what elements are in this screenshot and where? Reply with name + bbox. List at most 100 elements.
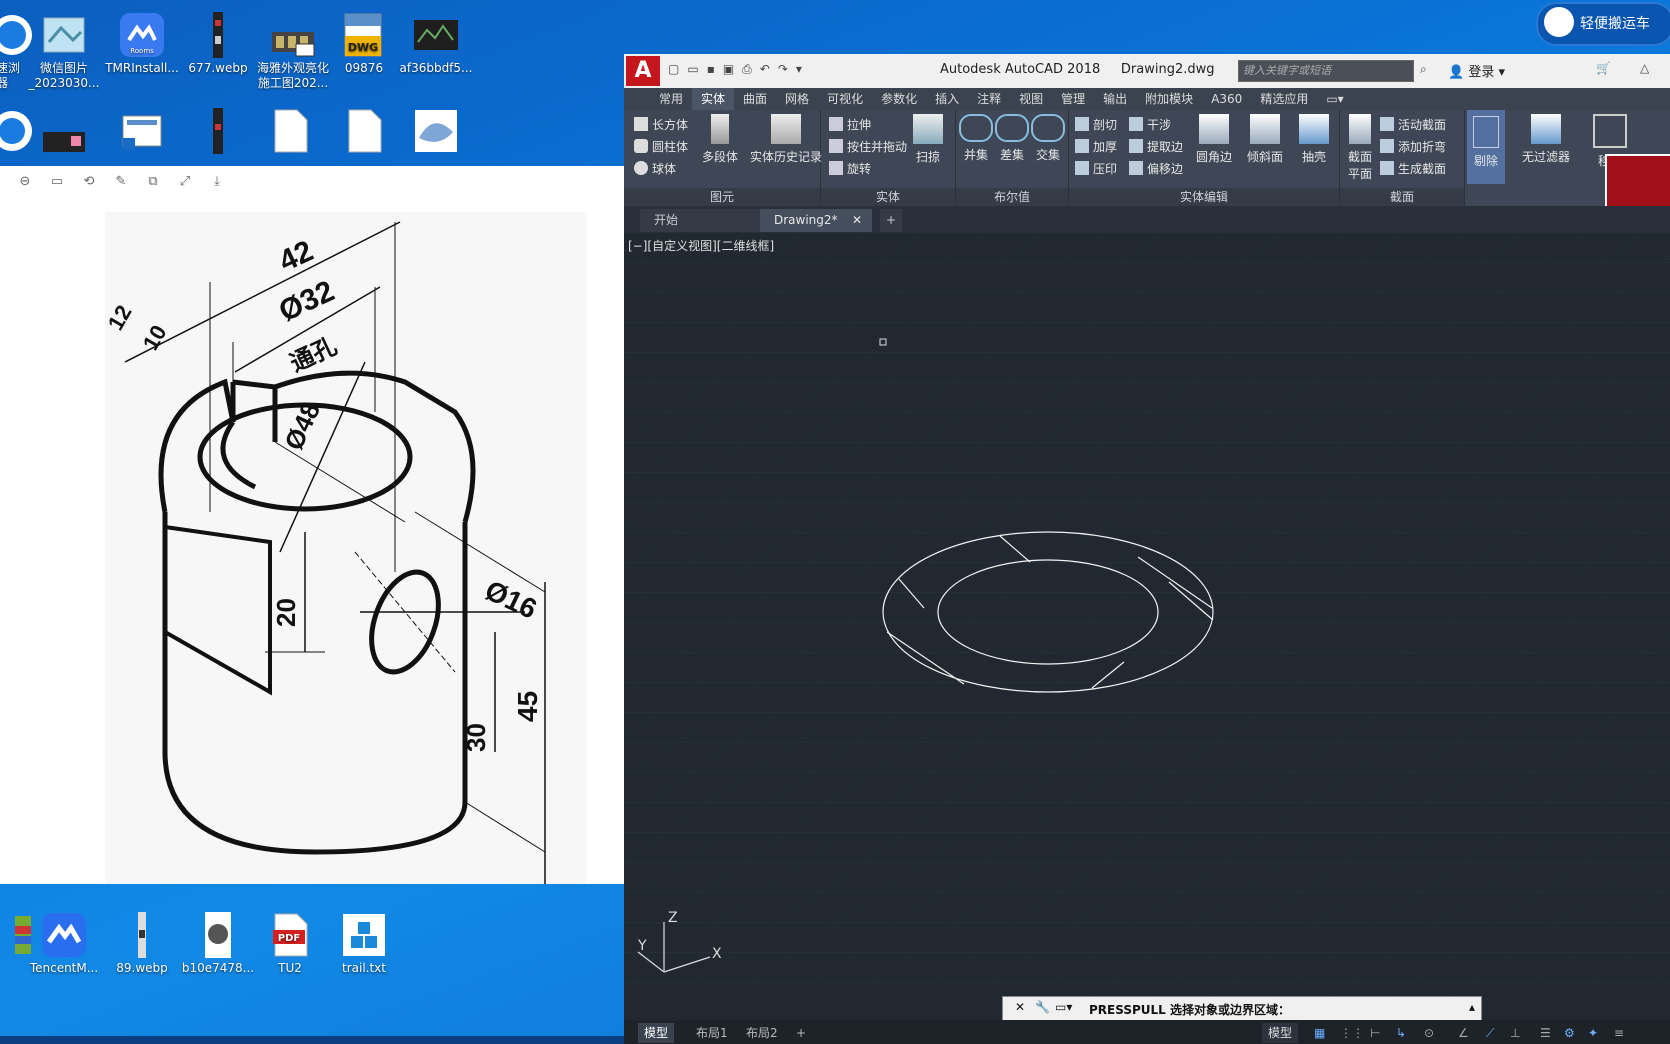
culling-button[interactable]: 剔除 <box>1467 110 1505 184</box>
new-tab-button[interactable]: + <box>880 209 902 232</box>
workspace-icon[interactable]: ⚙ <box>1558 1023 1581 1043</box>
download-icon[interactable]: ⤓ <box>208 172 226 190</box>
sweep-button[interactable]: 扫掠 <box>903 114 953 165</box>
save-icon[interactable]: ▪ <box>707 62 715 77</box>
taper-faces-button[interactable]: 倾斜面 <box>1239 114 1291 165</box>
rotate-icon[interactable]: ⟲ <box>80 172 98 190</box>
desktop-icon-row2-3[interactable] <box>100 108 184 157</box>
drawing-canvas[interactable]: Z Y X [−][自定义视图][二维线框] <box>624 232 1670 1000</box>
no-filter-button[interactable]: 无过滤器 <box>1511 114 1581 165</box>
tab-addins[interactable]: 附加模块 <box>1136 88 1202 110</box>
fit-screen-icon[interactable]: ⤢ <box>176 172 194 190</box>
desktop-icon-89-webp[interactable]: 89.webp <box>100 912 184 976</box>
slice-button[interactable]: 剖切 <box>1075 116 1117 133</box>
command-history-icon[interactable]: ▭▾ <box>1055 1000 1072 1014</box>
ortho-icon[interactable]: ⊢ <box>1364 1023 1386 1043</box>
live-section-button[interactable]: 活动截面 <box>1380 116 1446 133</box>
customize-status-icon[interactable]: ≡ <box>1608 1023 1630 1043</box>
polar-icon[interactable]: ↳ <box>1390 1023 1412 1043</box>
help-icon[interactable]: △ <box>1640 61 1649 75</box>
close-command-icon[interactable]: ✕ <box>1015 1000 1025 1014</box>
shell-button[interactable]: 抽壳 <box>1291 114 1337 165</box>
desktop-icon-wechat-image[interactable]: 微信图片 _2023030... <box>22 12 106 91</box>
desktop-icon-af36bbdf5[interactable]: af36bbdf5... <box>394 12 478 76</box>
redo-icon[interactable]: ↷ <box>778 62 788 77</box>
qat-dropdown-icon[interactable]: ▾ <box>796 62 802 77</box>
tab-annotate[interactable]: 注释 <box>968 88 1010 110</box>
actual-size-icon[interactable]: ▭ <box>48 172 66 190</box>
undo-icon[interactable]: ↶ <box>760 62 770 77</box>
tab-a360[interactable]: A360 <box>1202 88 1251 110</box>
customize-icon[interactable]: 🔧 <box>1035 1000 1050 1014</box>
tab-drawing2[interactable]: Drawing2* ✕ <box>760 209 872 232</box>
desktop-icon-row2-7[interactable] <box>394 108 478 157</box>
desktop-icon-trail-txt[interactable]: trail.txt <box>322 912 406 976</box>
extrude-button[interactable]: 拉伸 <box>829 116 871 133</box>
command-expand-icon[interactable]: ▴ <box>1469 1000 1475 1014</box>
intersect-button[interactable]: 交集 <box>1030 114 1066 163</box>
generate-section-button[interactable]: 生成截面 <box>1380 160 1446 177</box>
tab-output[interactable]: 输出 <box>1094 88 1136 110</box>
edit-icon[interactable]: ✎ <box>112 172 130 190</box>
autocad-app-button[interactable]: A <box>626 56 660 86</box>
fillet-edge-button[interactable]: 圆角边 <box>1189 114 1239 165</box>
tab-insert[interactable]: 插入 <box>926 88 968 110</box>
tab-model[interactable]: 模型 <box>638 1023 675 1043</box>
offset-edge-button[interactable]: 偏移边 <box>1129 160 1183 177</box>
desktop-icon-row2-5[interactable] <box>248 108 332 157</box>
otrack-icon[interactable]: ∠ <box>1452 1023 1475 1043</box>
tab-home[interactable]: 常用 <box>650 88 692 110</box>
isolate-icon[interactable]: ✦ <box>1582 1023 1604 1043</box>
viewport-label[interactable]: [−][自定义视图][二维线框] <box>628 237 774 254</box>
desktop-icon-row2-2[interactable] <box>22 108 106 157</box>
save-as-icon[interactable]: ▣ <box>723 62 734 77</box>
presspull-button[interactable]: 按住并拖动 <box>829 138 907 155</box>
subtract-button[interactable]: 差集 <box>994 114 1030 163</box>
command-line[interactable]: ✕ 🔧 ▭▾ PRESSPULL 选择对象或边界区域： ▴ <box>1002 996 1482 1022</box>
solid-history-button[interactable]: 实体历史记录 <box>748 114 824 165</box>
revolve-button[interactable]: 旋转 <box>829 160 871 177</box>
desktop-icon-tu2[interactable]: PDF TU2 <box>248 912 332 976</box>
tab-surface[interactable]: 曲面 <box>734 88 776 110</box>
qingbian-tray-button[interactable]: 轻便搬运车 <box>1536 2 1670 46</box>
tab-view[interactable]: 视图 <box>1010 88 1052 110</box>
menu-icon[interactable]: ☰ <box>1534 1023 1557 1043</box>
grid-icon[interactable]: ▦ <box>1308 1023 1331 1043</box>
desktop-icon-tencent-meeting[interactable]: TencentM... <box>22 912 106 976</box>
tab-mesh[interactable]: 网格 <box>776 88 818 110</box>
cylinder-button[interactable]: 圆柱体 <box>634 138 688 155</box>
copy-icon[interactable]: ⧉ <box>144 172 162 190</box>
box-button[interactable]: 长方体 <box>634 116 688 133</box>
tab-solid[interactable]: 实体 <box>692 88 735 110</box>
annotation-icon[interactable]: ⊥ <box>1504 1023 1526 1043</box>
lineweight-icon[interactable]: ⟋ <box>1480 1023 1500 1043</box>
tab-manage[interactable]: 管理 <box>1052 88 1094 110</box>
add-jog-button[interactable]: 添加折弯 <box>1380 138 1446 155</box>
print-icon[interactable]: ⎙ <box>742 62 752 77</box>
extract-edges-button[interactable]: 提取边 <box>1129 138 1183 155</box>
tab-start[interactable]: 开始 <box>640 209 760 232</box>
desktop-icon-tmr-install[interactable]: Rooms TMRInstall... <box>100 12 184 76</box>
tab-featured-apps[interactable]: 精选应用 <box>1251 88 1317 110</box>
tab-layout1[interactable]: 布局1 <box>690 1023 734 1043</box>
model-space-button[interactable]: 模型 <box>1262 1023 1299 1043</box>
sphere-button[interactable]: 球体 <box>634 160 676 177</box>
tab-visualize[interactable]: 可视化 <box>818 88 872 110</box>
close-tab-icon[interactable]: ✕ <box>852 209 862 232</box>
tab-layout2[interactable]: 布局2 <box>740 1023 784 1043</box>
interfere-button[interactable]: 干涉 <box>1129 116 1171 133</box>
section-plane-button[interactable]: 截面 平面 <box>1342 114 1378 182</box>
thicken-button[interactable]: 加厚 <box>1075 138 1117 155</box>
ribbon-minimize-icon[interactable]: ▭▾ <box>1317 88 1352 110</box>
imprint-button[interactable]: 压印 <box>1075 160 1117 177</box>
open-icon[interactable]: ▭ <box>687 62 698 77</box>
add-layout-button[interactable]: + <box>790 1023 812 1043</box>
tab-parametric[interactable]: 参数化 <box>872 88 926 110</box>
union-button[interactable]: 并集 <box>958 114 994 163</box>
login-button[interactable]: 👤 登录 ▾ <box>1448 61 1505 80</box>
osnap-icon[interactable]: ⊙ <box>1418 1023 1440 1043</box>
zoom-out-icon[interactable]: ⊖ <box>16 172 34 190</box>
cart-icon[interactable]: 🛒 <box>1596 61 1611 75</box>
new-icon[interactable]: ▢ <box>668 62 679 77</box>
search-box[interactable]: 键入关键字或短语 <box>1238 60 1414 82</box>
